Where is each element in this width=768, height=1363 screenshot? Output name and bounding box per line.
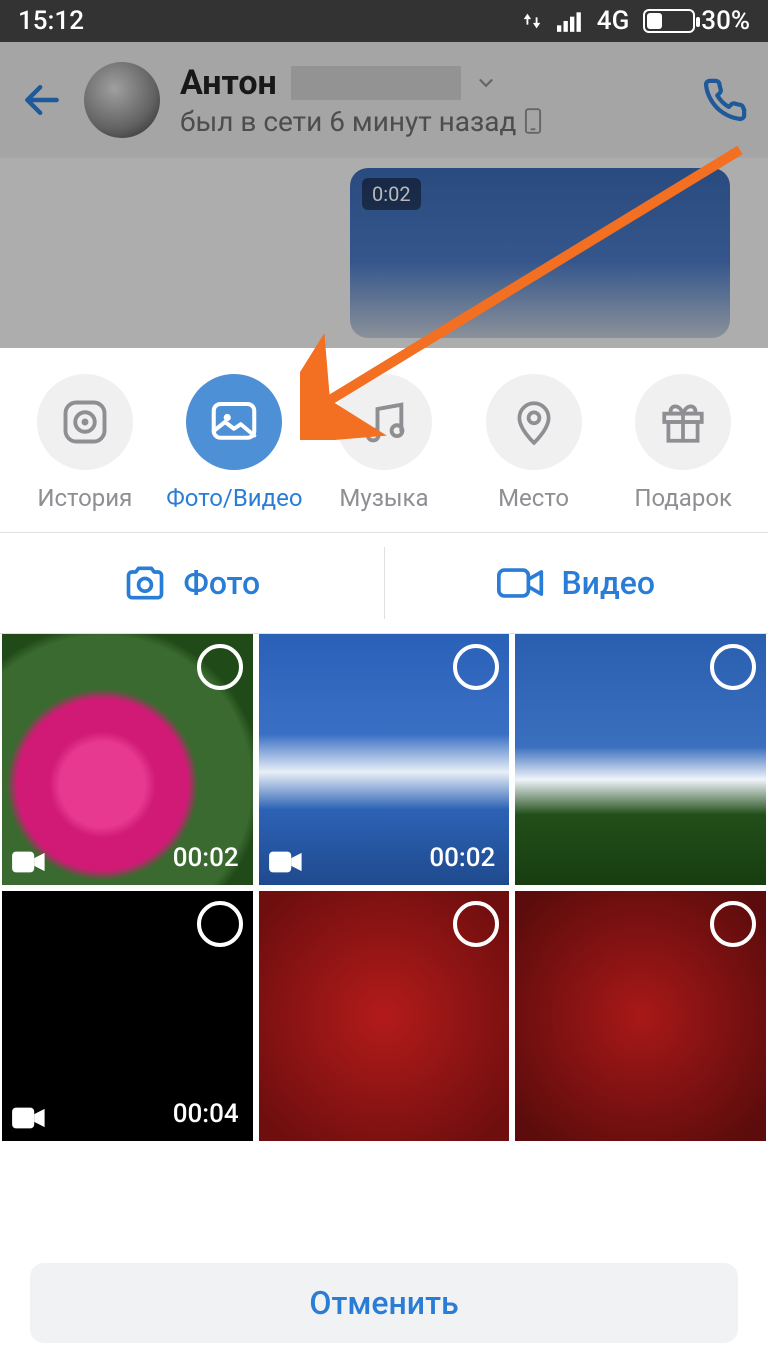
redacted-name: [291, 66, 461, 100]
video-badge-icon: [269, 849, 303, 875]
chat-header: Антон был в сети 6 минут назад: [0, 42, 768, 158]
status-bar: 15:12 4G 30%: [0, 0, 768, 42]
chevron-down-icon[interactable]: [475, 72, 497, 94]
select-circle[interactable]: [453, 644, 499, 690]
photo-video-tabs: Фото Видео: [0, 533, 768, 633]
gallery-thumb[interactable]: 00:02: [2, 634, 253, 885]
attach-label: Музыка: [339, 484, 428, 512]
gallery-thumb[interactable]: [259, 891, 510, 1142]
story-icon: [59, 396, 111, 448]
gallery-thumb[interactable]: 00:02: [259, 634, 510, 885]
attach-label: Подарок: [634, 484, 732, 512]
attachment-sheet: История Фото/Видео Музыка Место Подарок: [0, 348, 768, 1363]
network-label: 4G: [597, 6, 630, 36]
mobile-icon: [524, 108, 542, 134]
contact-status: был в сети 6 минут назад: [180, 105, 516, 138]
media-icon: [207, 395, 261, 449]
contact-name: Антон: [180, 63, 277, 103]
video-badge-icon: [12, 1105, 46, 1131]
battery-indicator: 30%: [643, 6, 750, 36]
select-circle[interactable]: [197, 644, 243, 690]
attach-option-story[interactable]: История: [15, 374, 155, 512]
video-badge-icon: [12, 849, 46, 875]
attach-options-row: История Фото/Видео Музыка Место Подарок: [0, 348, 768, 532]
gallery-thumb[interactable]: 00:04: [2, 891, 253, 1142]
contact-info[interactable]: Антон был в сети 6 минут назад: [180, 63, 682, 138]
phone-icon[interactable]: [702, 77, 748, 123]
location-icon: [509, 397, 559, 447]
gift-icon: [658, 397, 708, 447]
tab-video-label: Видео: [561, 564, 655, 602]
select-circle[interactable]: [710, 644, 756, 690]
gallery-grid: 00:02 00:02 00:04: [0, 634, 768, 1141]
attach-option-place[interactable]: Место: [464, 374, 604, 512]
tab-video[interactable]: Видео: [385, 533, 768, 633]
avatar[interactable]: [84, 62, 160, 138]
video-duration: 00:02: [173, 843, 239, 873]
cancel-label: Отменить: [309, 1284, 458, 1322]
back-arrow-icon[interactable]: [20, 78, 64, 122]
videocam-icon: [497, 563, 545, 603]
video-duration: 00:02: [429, 843, 495, 873]
select-circle[interactable]: [710, 901, 756, 947]
message-video-bubble[interactable]: 0:02: [350, 168, 730, 338]
data-updown-icon: [521, 10, 543, 32]
signal-icon: [557, 10, 583, 32]
attach-label: Место: [498, 484, 569, 512]
gallery-thumb[interactable]: [515, 634, 766, 885]
tab-photo[interactable]: Фото: [0, 533, 384, 633]
video-duration: 00:04: [173, 1099, 239, 1129]
attach-label: Фото/Видео: [166, 484, 302, 512]
select-circle[interactable]: [453, 901, 499, 947]
music-icon: [358, 396, 410, 448]
select-circle[interactable]: [197, 901, 243, 947]
battery-pct: 30%: [701, 6, 750, 36]
attach-option-music[interactable]: Музыка: [314, 374, 454, 512]
cancel-button[interactable]: Отменить: [30, 1263, 738, 1343]
camera-icon: [123, 561, 167, 605]
attach-option-media[interactable]: Фото/Видео: [164, 374, 304, 512]
chat-body: 0:02: [0, 158, 768, 348]
gallery-thumb[interactable]: [515, 891, 766, 1142]
attach-option-gift[interactable]: Подарок: [613, 374, 753, 512]
status-time: 15:12: [18, 6, 84, 36]
tab-photo-label: Фото: [183, 564, 260, 602]
attach-label: История: [37, 484, 132, 512]
message-duration: 0:02: [362, 178, 421, 210]
